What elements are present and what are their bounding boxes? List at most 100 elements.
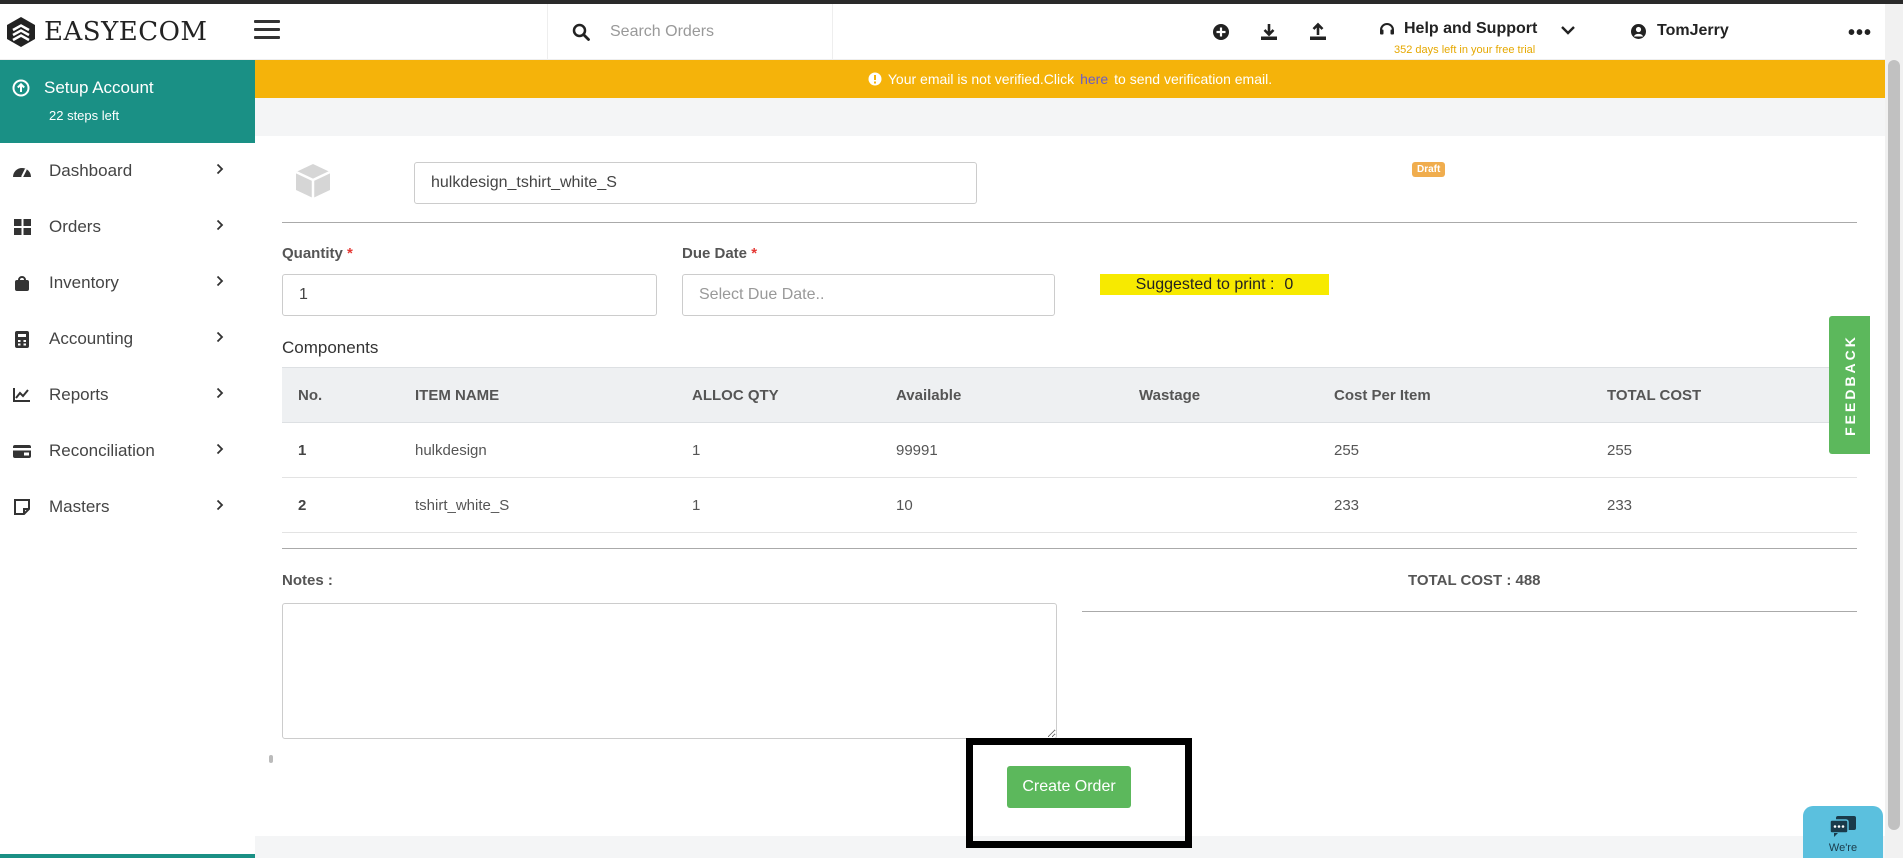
upload-circle-icon <box>12 79 30 97</box>
table-cell: 99991 <box>896 441 938 459</box>
suggested-label: Suggested to print : <box>1135 275 1275 293</box>
table-row: 1 hulkdesign 1 99991 255 255 <box>282 423 1857 478</box>
table-cell: 1 <box>298 441 307 459</box>
setup-account-title: Setup Account <box>44 78 154 97</box>
table-cell: 233 <box>1334 496 1360 514</box>
inventory-icon <box>12 274 32 292</box>
quantity-label: Quantity * <box>282 245 353 262</box>
due-date-field[interactable] <box>682 274 1055 316</box>
download-icon[interactable] <box>1259 22 1279 42</box>
upload-icon[interactable] <box>1308 22 1328 42</box>
column-header: Cost Per Item <box>1334 386 1431 404</box>
help-support-menu[interactable]: Help and Support <box>1378 20 1537 38</box>
sidebar-item-inventory[interactable]: Inventory <box>0 255 255 311</box>
search-icon[interactable] <box>572 23 590 41</box>
sidebar-item-label: Masters <box>49 497 110 516</box>
chevron-down-icon[interactable] <box>1560 24 1576 36</box>
table-cell: hulkdesign <box>415 441 487 459</box>
table-header: No. ITEM NAME ALLOC QTY Available Wastag… <box>282 367 1857 423</box>
column-header: Wastage <box>1139 386 1201 404</box>
masters-icon <box>12 498 32 516</box>
sidebar-item-label: Inventory <box>49 273 119 292</box>
logo[interactable]: EASYECOM <box>6 14 208 50</box>
menu-toggle-icon[interactable] <box>254 20 280 42</box>
feedback-tab[interactable]: FEEDBACK <box>1829 316 1870 454</box>
scrollbar[interactable] <box>1885 4 1903 858</box>
reports-icon <box>12 386 32 404</box>
chevron-right-icon <box>216 275 224 287</box>
user-icon <box>1631 23 1646 39</box>
chevron-right-icon <box>216 387 224 399</box>
notes-label: Notes : <box>282 572 333 589</box>
create-order-button[interactable]: Create Order <box>1007 766 1131 808</box>
notes-field[interactable] <box>282 603 1057 739</box>
sidebar-item-accounting[interactable]: Accounting <box>0 311 255 367</box>
total-cost: TOTAL COST : 488 <box>1408 572 1541 589</box>
sidebar-bottom-bar <box>0 854 255 858</box>
table-cell: 1 <box>692 496 701 514</box>
product-name-field[interactable] <box>414 162 977 204</box>
column-header: ALLOC QTY <box>692 386 779 404</box>
table-cell: 10 <box>896 496 913 514</box>
top-header: EASYECOM Help and Support 352 days left … <box>0 4 1885 60</box>
sidebar-item-label: Reconciliation <box>49 441 155 460</box>
sidebar-item-reports[interactable]: Reports <box>0 367 255 423</box>
sidebar-item-dashboard[interactable]: Dashboard <box>0 143 255 199</box>
user-name: TomJerry <box>1657 22 1729 39</box>
chevron-right-icon <box>216 219 224 231</box>
chat-widget[interactable]: We're <box>1803 806 1883 858</box>
table-cell: 255 <box>1607 441 1633 459</box>
sidebar-item-label: Dashboard <box>49 161 133 180</box>
help-support-label: Help and Support <box>1404 20 1538 37</box>
sidebar-item-orders[interactable]: Orders <box>0 199 255 255</box>
divider <box>282 548 1857 549</box>
dashboard-icon <box>12 162 32 180</box>
components-table: No. ITEM NAME ALLOC QTY Available Wastag… <box>282 367 1857 533</box>
quantity-field[interactable] <box>282 274 657 316</box>
user-menu[interactable]: TomJerry <box>1630 22 1729 40</box>
divider <box>1082 611 1857 612</box>
column-header: TOTAL COST <box>1607 386 1702 404</box>
table-cell: 1 <box>692 441 701 459</box>
table-row: 2 tshirt_white_S 1 10 233 233 <box>282 478 1857 533</box>
logo-text: EASYECOM <box>44 17 208 47</box>
banner-text-after: to send verification email. <box>1114 71 1273 87</box>
banner-text: Your email is not verified.Click <box>887 71 1075 87</box>
email-verification-banner: Your email is not verified.Click here to s… <box>255 60 1885 98</box>
suggested-to-print: Suggested to print : 0 <box>1100 274 1329 295</box>
order-form-card: Draft Quantity * Due Date * Suggested to… <box>255 136 1885 848</box>
sidebar-item-masters[interactable]: Masters <box>0 479 255 535</box>
trial-text: 352 days left in your free trial <box>1394 44 1536 56</box>
table-cell: 233 <box>1607 496 1633 514</box>
sidebar-item-reconciliation[interactable]: Reconciliation <box>0 423 255 479</box>
scrollbar-thumb[interactable] <box>1888 60 1900 830</box>
chevron-right-icon <box>216 499 224 511</box>
more-options-icon[interactable]: ••• <box>1848 22 1872 45</box>
chat-icon <box>1829 816 1856 837</box>
headset-icon <box>1380 23 1394 35</box>
feedback-label: FEEDBACK <box>1841 334 1858 436</box>
divider <box>282 222 1857 223</box>
chevron-right-icon <box>216 163 224 175</box>
sidebar-item-label: Reports <box>49 385 109 404</box>
add-circle-icon[interactable] <box>1211 22 1231 42</box>
search-box <box>547 4 833 60</box>
logo-icon <box>7 17 35 47</box>
orders-icon <box>12 218 32 236</box>
column-header: No. <box>298 386 323 404</box>
verify-email-link[interactable]: here <box>1080 71 1108 87</box>
components-title: Components <box>282 338 379 357</box>
status-badge: Draft <box>1412 162 1446 177</box>
sidebar: Setup Account 22 steps left Dashboard Or… <box>0 60 255 858</box>
chat-label: We're <box>1828 842 1858 854</box>
search-input[interactable] <box>610 23 810 41</box>
table-cell: 255 <box>1334 441 1360 459</box>
main-content: Your email is not verified.Click here to s… <box>255 60 1885 858</box>
setup-account[interactable]: Setup Account 22 steps left <box>0 60 255 143</box>
chevron-right-icon <box>216 331 224 343</box>
sidebar-item-label: Orders <box>49 217 101 236</box>
info-icon <box>868 72 882 86</box>
accounting-icon <box>12 330 32 348</box>
sidebar-item-label: Accounting <box>49 329 134 348</box>
column-header: ITEM NAME <box>415 386 500 404</box>
